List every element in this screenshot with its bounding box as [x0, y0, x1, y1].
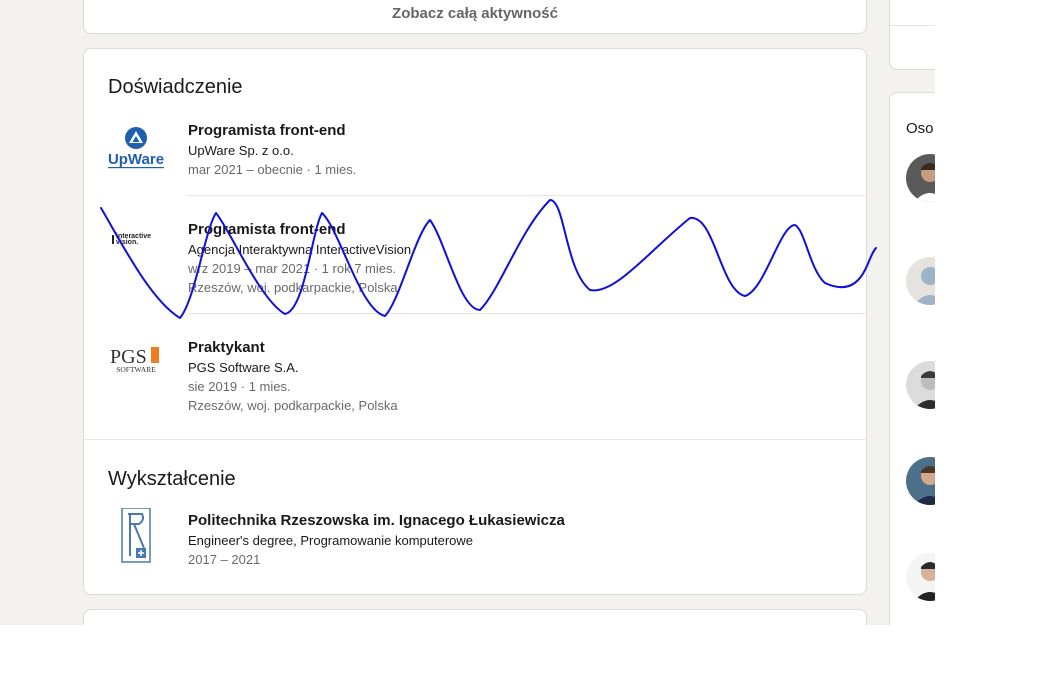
person-avatar[interactable]: [906, 553, 935, 601]
page-viewport: Zobacz całą aktywność Doświadczenie UpWa…: [0, 0, 935, 625]
job-title[interactable]: Programista front-end: [188, 121, 848, 141]
pgs-logo-icon[interactable]: PGS SOFTWARE: [108, 334, 164, 390]
svg-text:vision.: vision.: [116, 239, 138, 246]
degree: Engineer's degree, Programowanie kompute…: [188, 533, 474, 548]
company-name: UpWare Sp. z o.o.: [188, 143, 294, 158]
divider: [188, 313, 866, 314]
experience-item[interactable]: interactive vision. Programista front-en…: [84, 220, 866, 320]
company-name: Agencja Interaktywna InteractiveVision: [188, 242, 412, 257]
people-section-title: Oso: [906, 120, 934, 137]
person-avatar[interactable]: [906, 457, 935, 505]
svg-text:UpWare: UpWare: [108, 151, 164, 168]
company-name: PGS Software S.A.: [188, 360, 299, 375]
sidebar-divider: [890, 25, 935, 26]
section-divider: [84, 439, 866, 440]
job-title[interactable]: Programista front-end: [188, 220, 848, 240]
experience-item[interactable]: UpWare Programista front-end UpWare Sp. …: [84, 121, 866, 191]
job-title[interactable]: Praktykant: [188, 338, 848, 358]
job-dates: sie 2019 · 1 mies.: [188, 379, 291, 394]
people-also-viewed-card: Oso: [889, 92, 935, 625]
interactivevision-logo-icon[interactable]: interactive vision.: [108, 216, 164, 272]
see-all-activity-link[interactable]: Zobacz całą aktywność: [84, 5, 866, 22]
next-section-card: [83, 609, 867, 625]
person-avatar[interactable]: [906, 361, 935, 409]
experience-heading: Doświadczenie: [108, 76, 243, 98]
experience-education-card: Doświadczenie UpWare Programista front-e…: [83, 48, 867, 595]
school-name[interactable]: Politechnika Rzeszowska im. Ignacego Łuk…: [188, 511, 848, 531]
experience-item[interactable]: PGS SOFTWARE Praktykant PGS Software S.A…: [84, 338, 866, 438]
politechnika-rzeszowska-logo-icon[interactable]: [108, 507, 164, 564]
job-dates: mar 2021 – obecnie · 1 mies.: [188, 162, 357, 177]
activity-card: Zobacz całą aktywność: [83, 0, 867, 34]
upware-logo-icon[interactable]: UpWare: [108, 123, 164, 179]
job-dates: wrz 2019 – mar 2021 · 1 rok 7 mies.: [188, 261, 397, 276]
job-location: Rzeszów, woj. podkarpackie, Polska: [188, 280, 398, 295]
person-avatar[interactable]: [906, 154, 935, 202]
education-heading: Wykształcenie: [108, 468, 236, 490]
sidebar-card: [889, 0, 935, 70]
divider: [188, 195, 866, 196]
job-location: Rzeszów, woj. podkarpackie, Polska: [188, 398, 398, 413]
education-years: 2017 – 2021: [188, 552, 261, 567]
education-item[interactable]: Politechnika Rzeszowska im. Ignacego Łuk…: [84, 507, 866, 582]
svg-text:SOFTWARE: SOFTWARE: [116, 365, 156, 374]
person-avatar[interactable]: [906, 257, 935, 305]
